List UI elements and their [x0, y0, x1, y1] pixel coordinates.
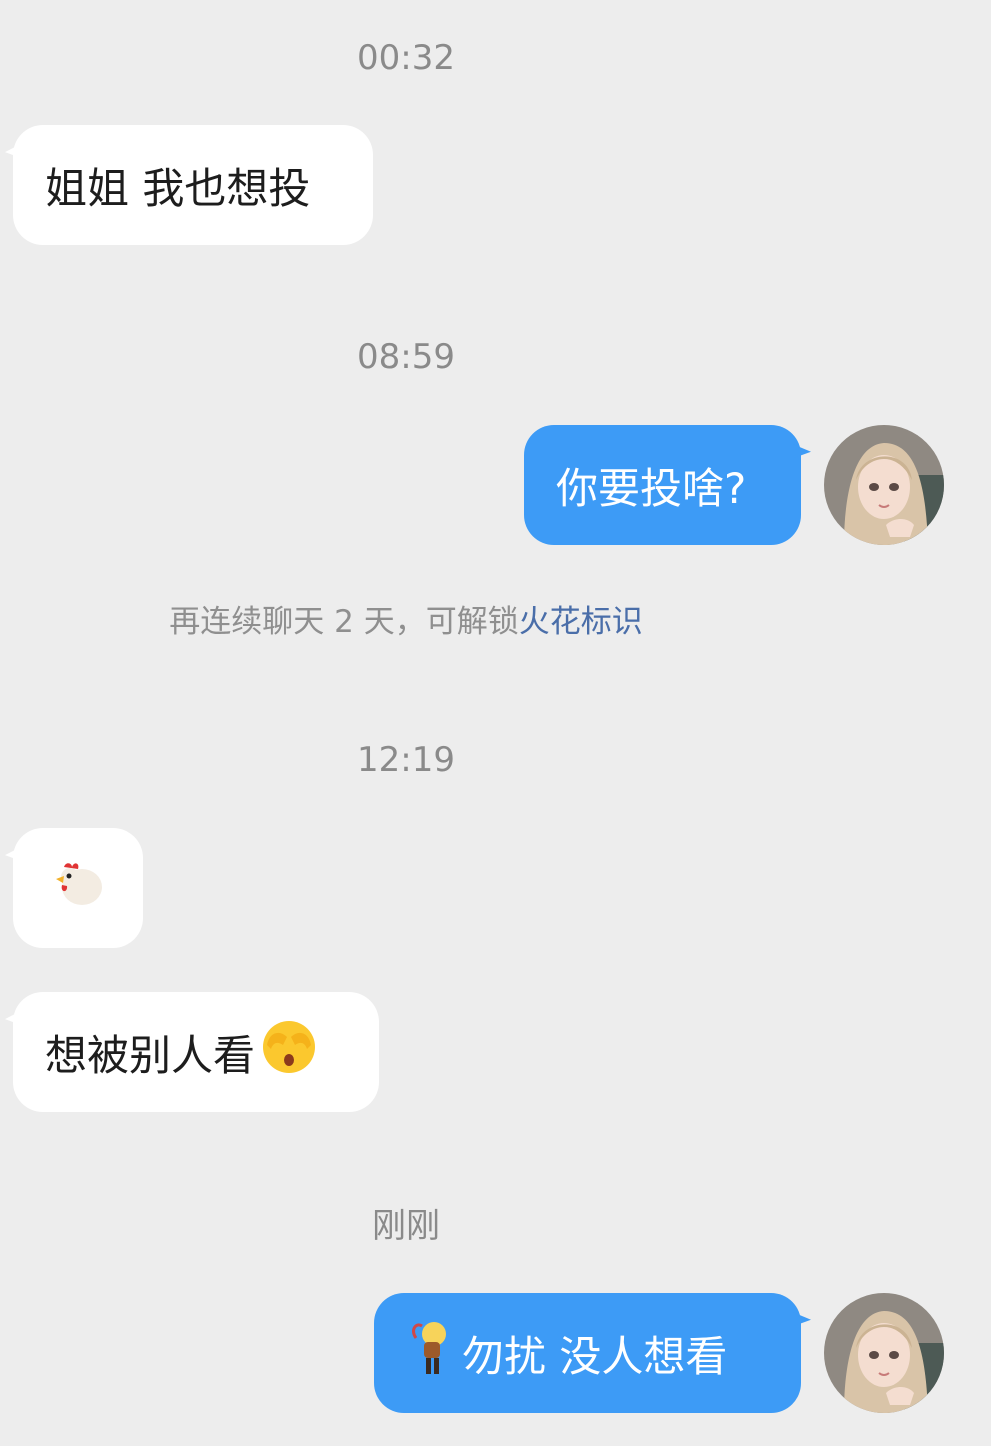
outgoing-message-bubble[interactable]: 勿扰 没人想看 [374, 1293, 801, 1413]
face-covering-eyes-emoji-icon [261, 1019, 317, 1085]
message-text: 勿扰 没人想看 [462, 1331, 728, 1381]
spark-badge-link[interactable]: 火花标识 [519, 604, 643, 640]
message-text: 你要投啥? [556, 463, 747, 513]
notice-text: 再连续聊天 2 天，可解锁 [169, 604, 519, 640]
outgoing-message-bubble[interactable]: 你要投啥? [524, 425, 801, 545]
timestamp: 刚刚 [372, 1206, 440, 1246]
incoming-message-bubble[interactable] [13, 828, 143, 948]
user-avatar[interactable] [824, 1293, 944, 1413]
message-text: 姐姐 我也想投 [45, 163, 311, 213]
user-avatar[interactable] [824, 425, 944, 545]
timestamp: 08:59 [357, 337, 455, 377]
bulb-head-figure-emoji-icon [406, 1320, 454, 1386]
message-text: 想被别人看 [45, 1030, 256, 1080]
incoming-message-bubble[interactable]: 想被别人看 [13, 992, 379, 1112]
incoming-message-bubble[interactable]: 姐姐 我也想投 [13, 125, 373, 245]
timestamp: 00:32 [357, 38, 455, 78]
timestamp: 12:19 [357, 740, 455, 780]
chicken-emoji-icon [50, 855, 106, 921]
spark-unlock-notice: 再连续聊天 2 天，可解锁火花标识 [0, 602, 812, 642]
